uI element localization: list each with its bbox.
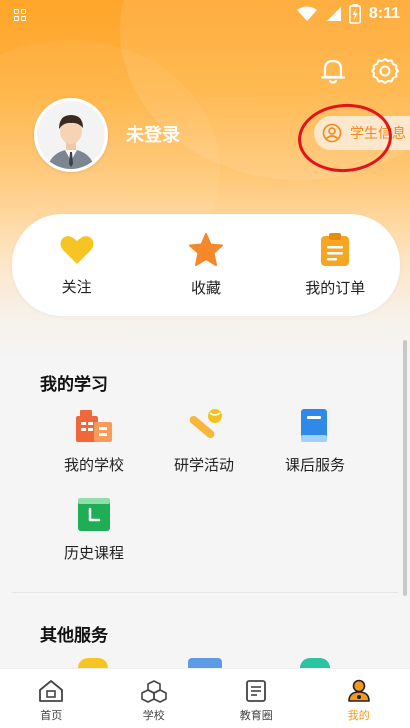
study-item-after-school[interactable]: 课后服务 xyxy=(260,408,370,475)
section-divider xyxy=(12,592,398,593)
study-item-activities[interactable]: 研学活动 xyxy=(149,408,259,475)
star-icon xyxy=(188,232,223,266)
status-time: 8:11 xyxy=(368,5,400,22)
battery-icon xyxy=(348,4,361,24)
tab-label: 教育圈 xyxy=(239,709,273,722)
signal-icon xyxy=(326,7,341,21)
wifi-icon xyxy=(296,6,317,21)
profile-icon xyxy=(347,679,370,702)
history-course-icon xyxy=(78,498,110,531)
study-item-history-courses[interactable]: 历史课程 xyxy=(39,496,149,563)
home-icon xyxy=(39,680,64,702)
quick-item-label: 我的订单 xyxy=(305,278,366,297)
username-label[interactable]: 未登录 xyxy=(126,121,180,147)
school-building-icon xyxy=(76,410,112,442)
tab-school[interactable]: 学校 xyxy=(103,669,206,728)
study-item-label: 课后服务 xyxy=(284,456,345,474)
app-grid-icon xyxy=(14,9,26,21)
quick-item-follow[interactable]: 关注 xyxy=(17,234,137,297)
avatar-man-icon xyxy=(37,101,105,169)
study-item-label: 历史课程 xyxy=(63,544,124,562)
activity-icon xyxy=(189,409,222,439)
service-icon-peek xyxy=(300,658,330,668)
bottom-tab-bar: 首页 学校 教育圈 我的 xyxy=(0,668,410,728)
edu-circle-icon xyxy=(246,680,267,702)
book-icon xyxy=(301,409,327,442)
service-icon-peek xyxy=(188,658,222,668)
status-bar: 8:11 xyxy=(0,0,410,30)
school-cubes-icon xyxy=(140,680,167,703)
quick-item-favorites[interactable]: 收藏 xyxy=(146,232,266,298)
tab-label: 我的 xyxy=(347,709,370,722)
tab-edu-circle[interactable]: 教育圈 xyxy=(205,669,308,728)
notification-bell-icon[interactable] xyxy=(318,56,348,86)
tab-home[interactable]: 首页 xyxy=(0,669,103,728)
other-services-title: 其他服务 xyxy=(40,626,108,646)
quick-item-label: 关注 xyxy=(61,277,92,296)
tab-mine[interactable]: 我的 xyxy=(308,669,410,728)
quick-item-orders[interactable]: 我的订单 xyxy=(275,232,395,298)
tab-label: 首页 xyxy=(40,709,63,722)
scrollbar[interactable] xyxy=(403,340,407,596)
heart-icon xyxy=(60,235,94,264)
study-item-label: 研学活动 xyxy=(173,456,234,474)
settings-gear-icon[interactable] xyxy=(370,56,400,86)
service-icon-peek xyxy=(78,658,108,668)
study-item-label: 我的学校 xyxy=(63,456,124,474)
my-study-title: 我的学习 xyxy=(40,375,108,395)
tab-label: 学校 xyxy=(142,709,165,722)
study-item-my-school[interactable]: 我的学校 xyxy=(39,408,149,475)
order-icon xyxy=(321,232,350,266)
quick-actions-card: 关注 收藏 我的订单 xyxy=(12,214,400,316)
quick-item-label: 收藏 xyxy=(190,278,221,297)
avatar[interactable] xyxy=(34,98,108,172)
